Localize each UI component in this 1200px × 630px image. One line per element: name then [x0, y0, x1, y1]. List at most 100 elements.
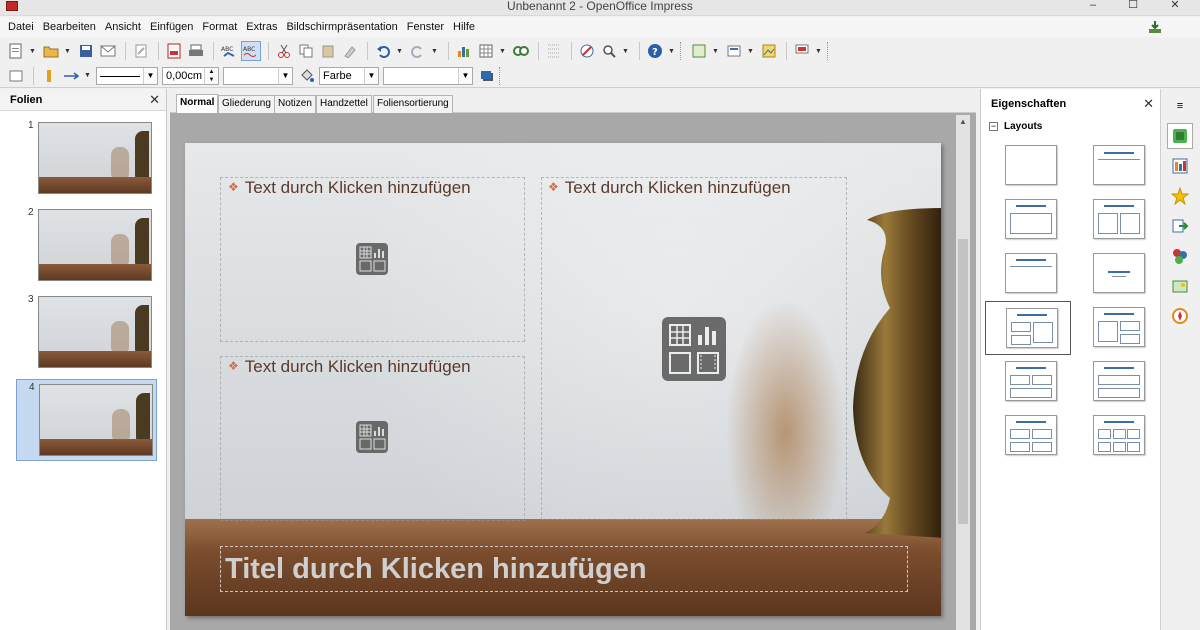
- slide-design-dropdown-icon[interactable]: ▼: [746, 41, 755, 61]
- menu-extras[interactable]: Extras: [246, 21, 277, 33]
- image-icon[interactable]: [759, 41, 779, 61]
- properties-deck-icon[interactable]: [1167, 123, 1193, 149]
- navigator-icon[interactable]: [511, 41, 531, 61]
- menu-format[interactable]: Format: [202, 21, 237, 33]
- layout-title-content[interactable]: [985, 193, 1071, 247]
- show-draw-functions-icon[interactable]: [577, 41, 597, 61]
- table-dropdown-icon[interactable]: ▼: [498, 41, 507, 61]
- help-icon[interactable]: ?: [645, 41, 665, 61]
- minimize-button[interactable]: –: [1076, 0, 1110, 13]
- email-icon[interactable]: [98, 41, 118, 61]
- save-icon[interactable]: [76, 41, 96, 61]
- arrow-dropdown-icon[interactable]: ▼: [83, 66, 92, 86]
- layouts-section-header[interactable]: − Layouts: [989, 121, 1042, 132]
- sidebar-menu-icon[interactable]: ≡: [1167, 93, 1193, 119]
- presentation-icon[interactable]: [792, 41, 812, 61]
- layout-4-content[interactable]: [985, 409, 1071, 463]
- layout-centered-text[interactable]: [1073, 247, 1159, 301]
- line-style-select[interactable]: ▼: [96, 66, 158, 85]
- line-width-spinner[interactable]: 0,00cm ▲ ▼: [162, 66, 219, 85]
- fill-bucket-icon[interactable]: [297, 66, 317, 86]
- close-icon[interactable]: ✕: [149, 92, 160, 108]
- styles-icon[interactable]: [1167, 243, 1193, 269]
- update-download-icon[interactable]: [1148, 20, 1162, 34]
- placeholder-text-2[interactable]: ❖ Text durch Klicken hinzufügen: [548, 178, 791, 198]
- help-dropdown-icon[interactable]: ▼: [667, 41, 676, 61]
- layout-title-only-line[interactable]: [985, 247, 1071, 301]
- insert-object-icon[interactable]: [356, 421, 388, 453]
- close-window-button[interactable]: ✕: [1158, 0, 1192, 13]
- layout-title-2-content[interactable]: [1073, 193, 1159, 247]
- open-folder-icon[interactable]: [41, 41, 61, 61]
- navigator-compass-icon[interactable]: [1167, 303, 1193, 329]
- open-dropdown-icon[interactable]: ▼: [63, 41, 72, 61]
- gallery-icon[interactable]: [1167, 273, 1193, 299]
- insert-object-icon[interactable]: [356, 243, 388, 275]
- toolbar-grip-3[interactable]: [499, 66, 502, 85]
- layout-blank[interactable]: [985, 139, 1071, 193]
- toolbar-grip[interactable]: [680, 42, 683, 60]
- line-icon[interactable]: [39, 66, 59, 86]
- autospellcheck-icon[interactable]: ABC: [241, 41, 261, 61]
- title-placeholder[interactable]: Titel durch Klicken hinzufügen: [220, 546, 908, 592]
- spellcheck-icon[interactable]: ABC: [219, 41, 239, 61]
- layout-content-stack[interactable]: [1073, 355, 1159, 409]
- new-document-icon[interactable]: [6, 41, 26, 61]
- copy-icon[interactable]: [296, 41, 316, 61]
- slide-canvas[interactable]: ❖ Text durch Klicken hinzufügen ❖ Text dur…: [185, 143, 941, 616]
- chart-icon[interactable]: [454, 41, 474, 61]
- maximize-button[interactable]: ☐: [1116, 0, 1150, 13]
- slide-design-icon[interactable]: [724, 41, 744, 61]
- menu-bearbeiten[interactable]: Bearbeiten: [43, 21, 96, 33]
- tab-gliederung[interactable]: Gliederung: [218, 95, 275, 113]
- toolbar-grip-2[interactable]: [827, 42, 830, 60]
- master-pages-icon[interactable]: [1167, 153, 1193, 179]
- tab-foliensortierung[interactable]: Foliensortierung: [373, 95, 453, 113]
- line-color-select[interactable]: ▼: [223, 66, 293, 85]
- undo-dropdown-icon[interactable]: ▼: [395, 41, 404, 61]
- menu-bildschirmpraesentation[interactable]: Bildschirmpräsentation: [286, 21, 397, 33]
- cut-icon[interactable]: [274, 41, 294, 61]
- fill-type-select[interactable]: Farbe ▼: [319, 66, 379, 85]
- table-icon[interactable]: [476, 41, 496, 61]
- zoom-icon[interactable]: [599, 41, 619, 61]
- insert-object-large-icon[interactable]: [662, 317, 726, 381]
- layout-6-content[interactable]: [1073, 409, 1159, 463]
- slide-layout-icon[interactable]: [689, 41, 709, 61]
- slide-thumbnail-2[interactable]: 2: [16, 205, 157, 287]
- layout-2-content-right[interactable]: [1073, 301, 1159, 355]
- collapse-icon[interactable]: −: [989, 122, 998, 131]
- menu-fenster[interactable]: Fenster: [407, 21, 444, 33]
- slide-transition-icon[interactable]: [1167, 213, 1193, 239]
- print-icon[interactable]: [186, 41, 206, 61]
- new-dropdown-icon[interactable]: ▼: [28, 41, 37, 61]
- layout-title-only[interactable]: [1073, 139, 1159, 193]
- slide-thumbnail-3[interactable]: 3: [16, 292, 157, 374]
- tab-notizen[interactable]: Notizen: [274, 95, 316, 113]
- menu-datei[interactable]: Datei: [8, 21, 34, 33]
- arrow-style-icon[interactable]: [61, 66, 81, 86]
- slide-layout-dropdown-icon[interactable]: ▼: [711, 41, 720, 61]
- slide-thumbnail-1[interactable]: 1: [16, 118, 157, 200]
- undo-icon[interactable]: [373, 41, 393, 61]
- shadow-icon[interactable]: [477, 66, 497, 86]
- tab-normal[interactable]: Normal: [176, 94, 219, 113]
- placeholder-text-3[interactable]: ❖ Text durch Klicken hinzufügen: [228, 357, 471, 377]
- slide-thumbnail-4[interactable]: 4: [16, 379, 157, 461]
- grid-icon[interactable]: [544, 41, 564, 61]
- zoom-dropdown-icon[interactable]: ▼: [621, 41, 630, 61]
- tab-handzettel[interactable]: Handzettel: [316, 95, 372, 113]
- paste-icon[interactable]: [318, 41, 338, 61]
- presentation-dropdown-icon[interactable]: ▼: [814, 41, 823, 61]
- edit-file-icon[interactable]: [131, 41, 151, 61]
- menu-einfuegen[interactable]: Einfügen: [150, 21, 193, 33]
- clone-formatting-icon[interactable]: [340, 41, 360, 61]
- export-pdf-icon[interactable]: [164, 41, 184, 61]
- close-icon[interactable]: ✕: [1143, 96, 1154, 112]
- redo-icon[interactable]: [408, 41, 428, 61]
- vertical-scrollbar[interactable]: ▲: [956, 115, 970, 630]
- fill-color-select[interactable]: ▼: [383, 66, 473, 85]
- scrollbar-thumb[interactable]: [958, 239, 968, 524]
- object-properties-icon[interactable]: [6, 66, 26, 86]
- menu-ansicht[interactable]: Ansicht: [105, 21, 141, 33]
